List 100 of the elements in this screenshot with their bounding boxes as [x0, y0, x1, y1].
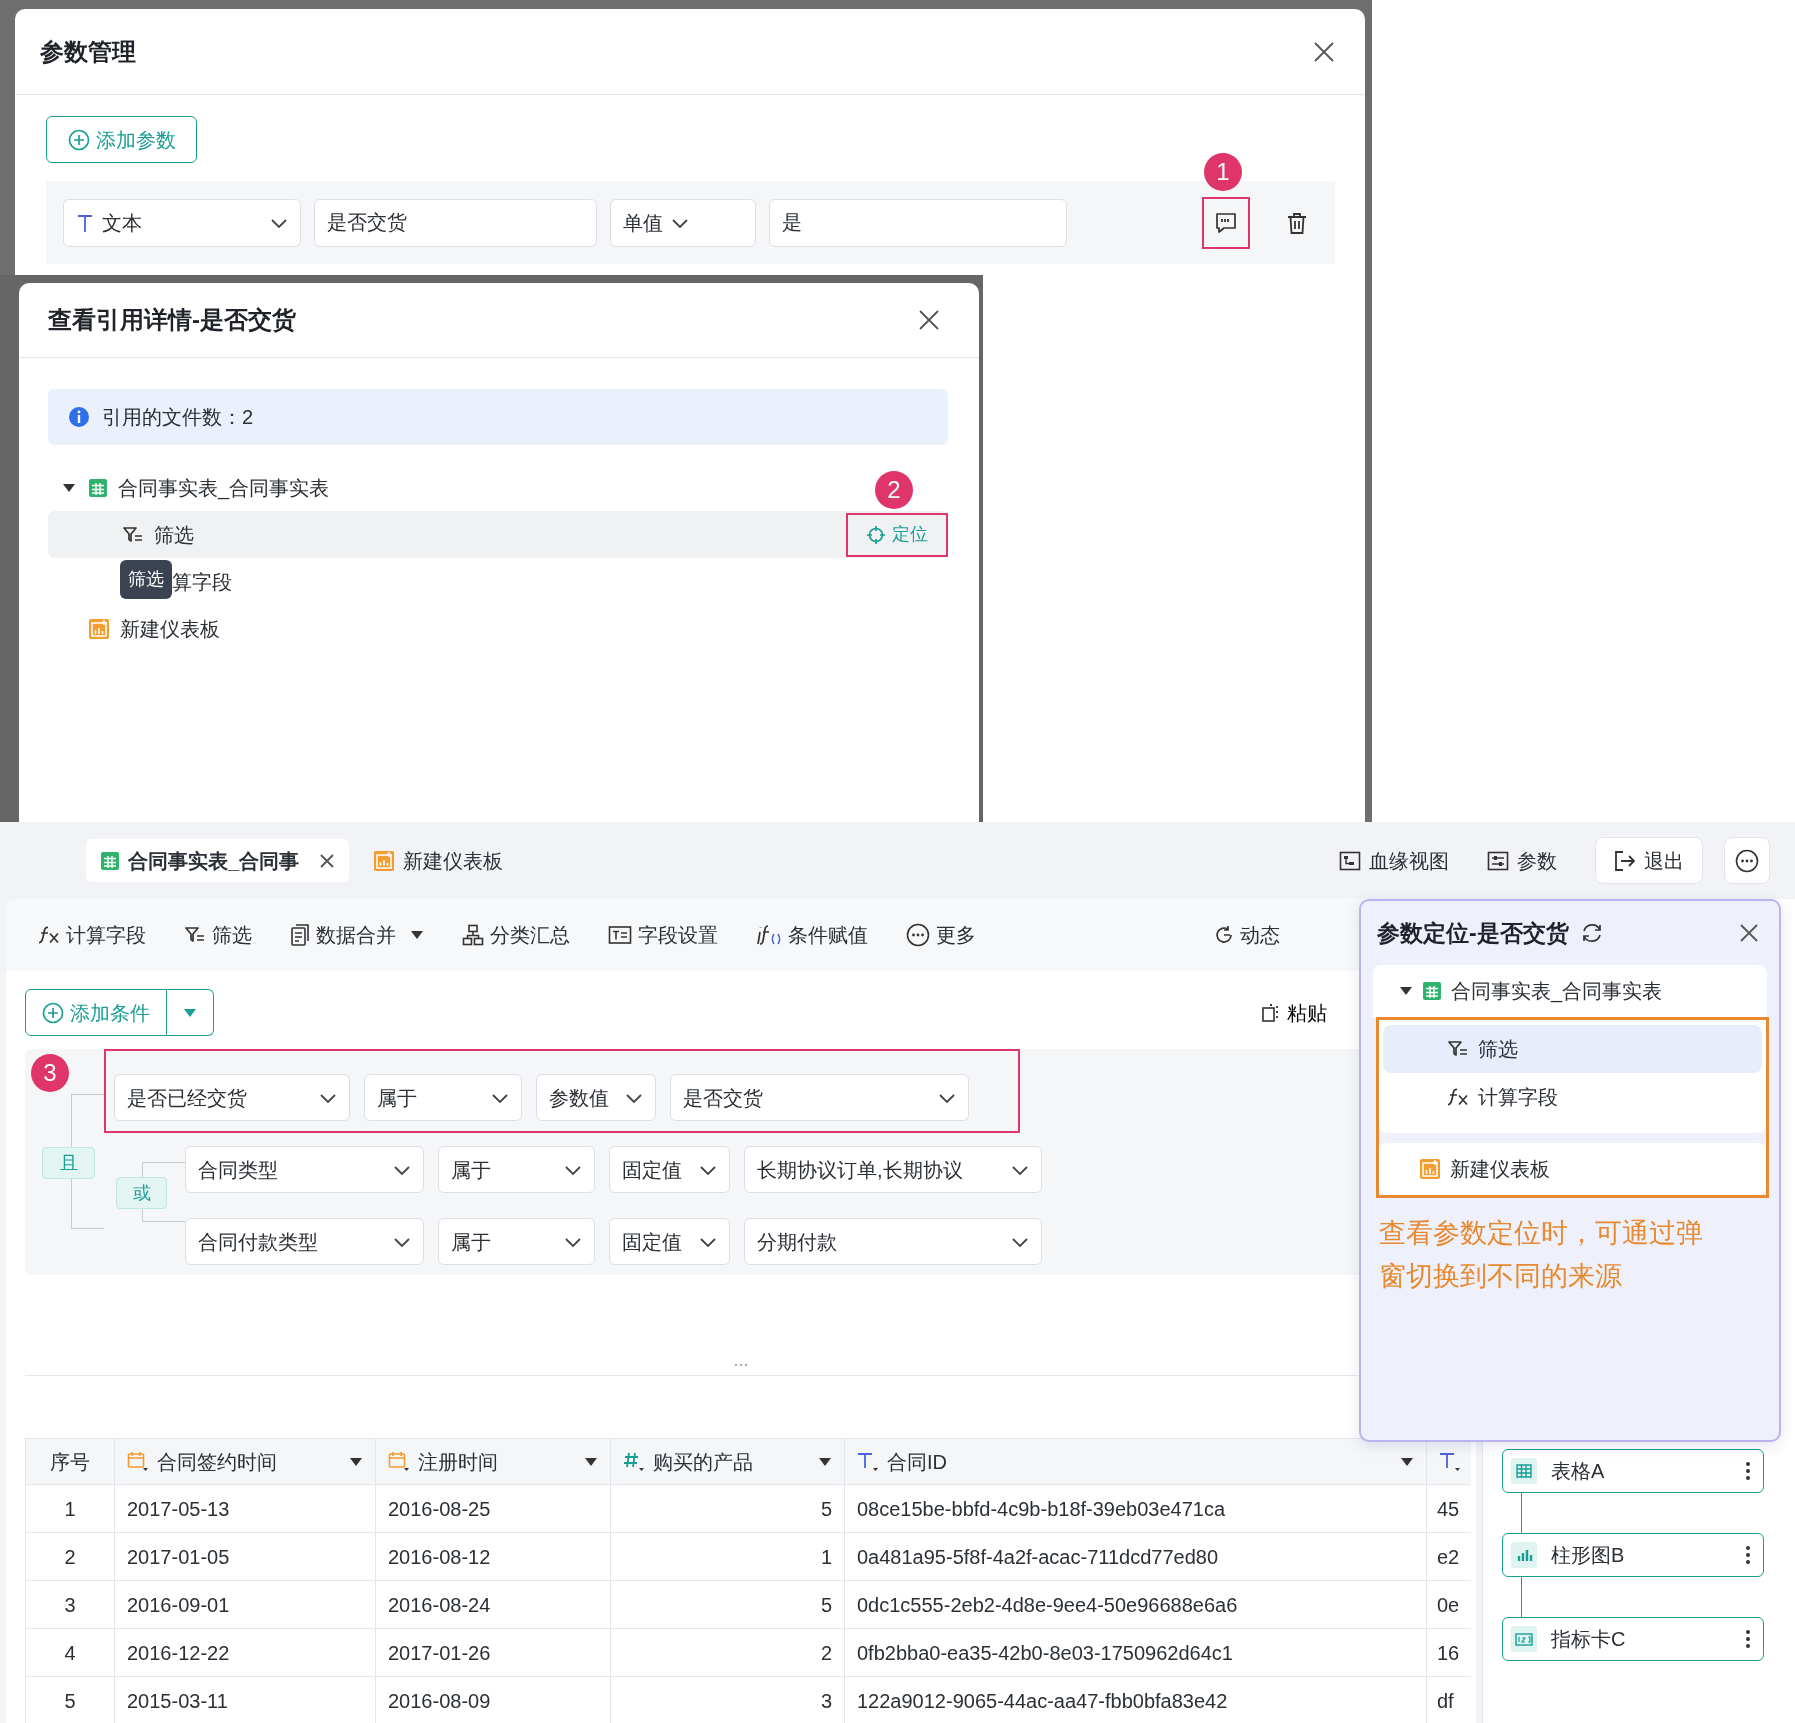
chart-icon — [1419, 1158, 1441, 1180]
number-type-icon — [623, 1450, 645, 1473]
lineage-node[interactable]: 表格A — [1502, 1449, 1764, 1493]
trash-icon — [1287, 211, 1307, 234]
number-card-icon — [1511, 1626, 1537, 1652]
table-cell: 2 — [25, 1532, 115, 1581]
toolbar-button[interactable]: 更多 — [906, 920, 976, 950]
toolbar-button[interactable]: 计算字段 — [38, 920, 146, 950]
table-cell: 2017-05-13 — [114, 1484, 376, 1533]
field-list-icon — [608, 925, 632, 945]
column-header[interactable]: 合同ID — [844, 1438, 1427, 1485]
reference-button[interactable] — [1202, 196, 1250, 249]
toolbar-button[interactable]: 条件赋值 — [756, 920, 868, 950]
tree-row[interactable]: 新建仪表板 — [1383, 1145, 1762, 1193]
refresh-icon — [1580, 922, 1603, 944]
text-type-icon — [857, 1450, 879, 1473]
tree-label: 筛选 — [1478, 1037, 1518, 1062]
toolbar-button[interactable]: 动态 — [1214, 920, 1280, 950]
value-select[interactable]: 分期付款 — [744, 1218, 1042, 1265]
close-button[interactable] — [918, 309, 940, 331]
tree-row[interactable]: 筛选 算字段 — [48, 558, 238, 605]
tree-row[interactable]: 筛选 定位 — [48, 511, 948, 558]
lineage-node[interactable]: 指标卡C — [1502, 1617, 1764, 1661]
panel-title: 参数定位-是否交货 — [1377, 918, 1569, 948]
table-cell: 4 — [25, 1628, 115, 1677]
input-field[interactable]: 是 — [769, 198, 1067, 247]
toolbar-button[interactable]: 筛选 — [184, 920, 252, 950]
text-type-icon — [76, 212, 94, 233]
input-field[interactable]: 是否交货 — [314, 198, 597, 247]
tree-row[interactable]: 筛选 — [1383, 1025, 1762, 1073]
bar-chart-icon — [1511, 1542, 1537, 1568]
dropdown-button[interactable] — [167, 989, 214, 1036]
drag-handle-icon — [734, 1363, 748, 1367]
tree-label: 合同事实表_合同事实表 — [1451, 979, 1663, 1005]
table-cell: 2016-08-12 — [375, 1532, 611, 1581]
more-button[interactable] — [1724, 837, 1770, 884]
comment-icon — [1215, 211, 1237, 234]
field-select[interactable]: 合同类型 — [185, 1146, 424, 1193]
tree-row[interactable]: 合同事实表_合同事实表 — [48, 464, 336, 511]
table-cell: 2016-08-25 — [375, 1484, 611, 1533]
tab[interactable]: 合同事实表_合同事 — [86, 839, 350, 882]
tooltip: 筛选 — [120, 560, 172, 599]
header-action[interactable]: 参数 — [1487, 845, 1557, 876]
text-type-icon — [1439, 1450, 1461, 1473]
chart-icon — [88, 617, 110, 640]
tab[interactable]: 新建仪表板 — [359, 839, 518, 882]
toolbar-button[interactable]: 字段设置 — [608, 920, 718, 950]
step-badge: 1 — [1204, 153, 1242, 191]
operator-select[interactable]: 属于 — [438, 1146, 595, 1193]
calendar-icon — [388, 1450, 410, 1473]
dialog-title: 参数管理 — [40, 36, 136, 67]
step-badge: 3 — [31, 1054, 69, 1092]
tree-label: 合同事实表_合同事实表 — [118, 475, 330, 502]
delete-button[interactable] — [1287, 211, 1307, 234]
type-select[interactable]: 文本 — [63, 198, 301, 247]
tree-row[interactable]: 合同事实表_合同事实表 — [1377, 967, 1763, 1015]
table-cell: 5 — [610, 1580, 845, 1629]
field-select[interactable]: 是否已经交货 — [114, 1074, 350, 1121]
paste-icon — [1261, 1002, 1281, 1023]
close-button[interactable] — [1739, 923, 1759, 943]
tree-row[interactable]: 计算字段 — [1383, 1073, 1762, 1121]
plus-icon — [67, 128, 90, 151]
tree-row[interactable]: 新建仪表板 — [48, 605, 226, 652]
column-header[interactable]: 注册时间 — [375, 1438, 611, 1485]
plus-icon — [42, 1001, 64, 1024]
paste-button[interactable]: 粘贴 — [1261, 997, 1327, 1028]
lineage-node[interactable]: 柱形图B — [1502, 1533, 1764, 1577]
toolbar-button[interactable]: 分类汇总 — [462, 920, 570, 950]
value-type-select[interactable]: 固定值 — [609, 1218, 730, 1265]
field-select[interactable]: 合同付款类型 — [185, 1218, 424, 1265]
hierarchy-icon — [462, 924, 484, 946]
value-select[interactable]: 长期协议订单,长期协议 — [744, 1146, 1042, 1193]
crosshair-icon — [866, 524, 886, 545]
header-action[interactable]: 血缘视图 — [1339, 845, 1449, 876]
document-icon — [290, 924, 310, 946]
calendar-icon — [127, 1450, 149, 1473]
value-type-select[interactable]: 参数值 — [536, 1074, 656, 1121]
tree-label: 筛选 — [154, 522, 194, 548]
table-cell: 5 — [25, 1676, 115, 1723]
filter-icon — [1447, 1039, 1469, 1059]
annotation-text: 查看参数定位时，可通过弹窗切换到不同的来源 — [1379, 1217, 1704, 1293]
operator-select[interactable]: 属于 — [364, 1074, 522, 1121]
filter-icon — [122, 524, 144, 545]
exit-button[interactable]: 退出 — [1595, 837, 1703, 884]
close-button[interactable] — [1313, 40, 1335, 63]
table-cell: 1 — [25, 1484, 115, 1533]
column-header[interactable]: 序号 — [25, 1438, 115, 1485]
column-header[interactable]: 合同签约时间 — [114, 1438, 376, 1485]
column-header[interactable]: 购买的产品 — [610, 1438, 845, 1485]
tree-label: 计算字段 — [1478, 1085, 1558, 1110]
table-cell: 0dc1c555-2eb2-4d8e-9ee4-50e96688e6a6 — [844, 1580, 1427, 1629]
filter-icon — [184, 925, 206, 945]
table-cell: 2 — [610, 1628, 845, 1677]
table-cell: 08ce15be-bbfd-4c9b-b18f-39eb03e471ca — [844, 1484, 1427, 1533]
exit-icon — [1614, 849, 1636, 872]
toolbar-button[interactable]: 数据合并 — [290, 920, 424, 950]
value-select[interactable]: 是否交货 — [670, 1074, 969, 1121]
operator-select[interactable]: 属于 — [438, 1218, 595, 1265]
value-type-select[interactable]: 固定值 — [609, 1146, 730, 1193]
mode-select[interactable]: 单值 — [610, 198, 756, 247]
